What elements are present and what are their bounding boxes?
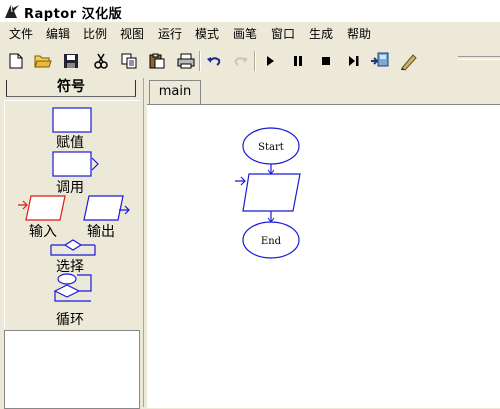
input-label: 输入 — [29, 224, 57, 240]
menu-generate[interactable]: 生成 — [309, 26, 333, 42]
pen-button[interactable] — [398, 50, 420, 72]
loop-symbol[interactable] — [51, 273, 97, 309]
symbol-palette: 赋值 调用 输入 输出 选择 循环 — [4, 100, 139, 329]
symbols-panel-header: 符号 — [6, 80, 136, 97]
test-server-icon — [371, 52, 389, 67]
step-icon — [349, 56, 359, 66]
save-icon — [64, 54, 78, 68]
title-bar: Raptor 汉化版 — [0, 0, 500, 22]
flowchart-diagram: Start End — [235, 127, 301, 259]
new-file-icon — [9, 53, 23, 69]
flowchart-canvas[interactable]: Start End — [147, 104, 500, 408]
open-folder-icon — [34, 55, 52, 68]
menu-run[interactable]: 运行 — [158, 26, 182, 42]
raptor-logo-icon — [5, 3, 19, 18]
new-file-button[interactable] — [5, 50, 27, 72]
call-symbol[interactable] — [52, 151, 104, 179]
toolbar — [0, 48, 500, 76]
watch-window[interactable] — [4, 330, 140, 409]
menu-ink[interactable]: 画笔 — [233, 26, 257, 42]
pause-icon — [294, 56, 302, 66]
stop-icon — [322, 57, 330, 65]
symbols-panel: 符号 赋值 调用 输入 输出 选择 循环 — [0, 78, 144, 409]
copy-icon — [121, 53, 137, 69]
print-button[interactable] — [175, 50, 197, 72]
tab-strip: main — [147, 78, 500, 104]
redo-button[interactable] — [230, 50, 252, 72]
input-parallelogram[interactable] — [242, 173, 301, 212]
pause-button[interactable] — [287, 50, 309, 72]
menu-help[interactable]: 帮助 — [347, 26, 371, 42]
assignment-symbol[interactable] — [52, 107, 94, 135]
redo-icon — [234, 57, 248, 66]
paste-button[interactable] — [146, 50, 168, 72]
window-title: Raptor 汉化版 — [24, 7, 123, 22]
step-button[interactable] — [343, 50, 365, 72]
paste-icon — [149, 53, 165, 69]
run-button[interactable] — [259, 50, 281, 72]
print-icon — [177, 53, 195, 69]
menu-edit[interactable]: 编辑 — [46, 26, 70, 42]
undo-button[interactable] — [203, 50, 225, 72]
menu-mode[interactable]: 模式 — [195, 26, 219, 42]
open-button[interactable] — [32, 50, 54, 72]
pen-icon — [401, 54, 417, 71]
undo-icon — [207, 57, 221, 66]
menu-file[interactable]: 文件 — [9, 26, 33, 42]
input-arrow — [235, 176, 246, 186]
call-label: 调用 — [56, 180, 84, 196]
run-icon — [267, 56, 274, 66]
tab-main[interactable]: main — [149, 80, 201, 104]
cut-icon — [94, 53, 108, 69]
output-label: 输出 — [87, 224, 115, 240]
start-label: Start — [258, 142, 284, 153]
copy-button[interactable] — [118, 50, 140, 72]
test-server-button[interactable] — [369, 50, 391, 72]
save-button[interactable] — [60, 50, 82, 72]
loop-label: 循环 — [56, 312, 84, 328]
cut-button[interactable] — [90, 50, 112, 72]
menu-scale[interactable]: 比例 — [83, 26, 107, 42]
menu-view[interactable]: 视图 — [120, 26, 144, 42]
input-symbol[interactable] — [17, 195, 69, 223]
assignment-label: 赋值 — [56, 135, 84, 151]
menu-window[interactable]: 窗口 — [271, 26, 295, 42]
stop-button[interactable] — [315, 50, 337, 72]
output-symbol[interactable] — [83, 195, 135, 223]
end-label: End — [261, 236, 282, 247]
menu-bar: 文件 编辑 比例 视图 运行 模式 画笔 窗口 生成 帮助 — [0, 23, 500, 43]
